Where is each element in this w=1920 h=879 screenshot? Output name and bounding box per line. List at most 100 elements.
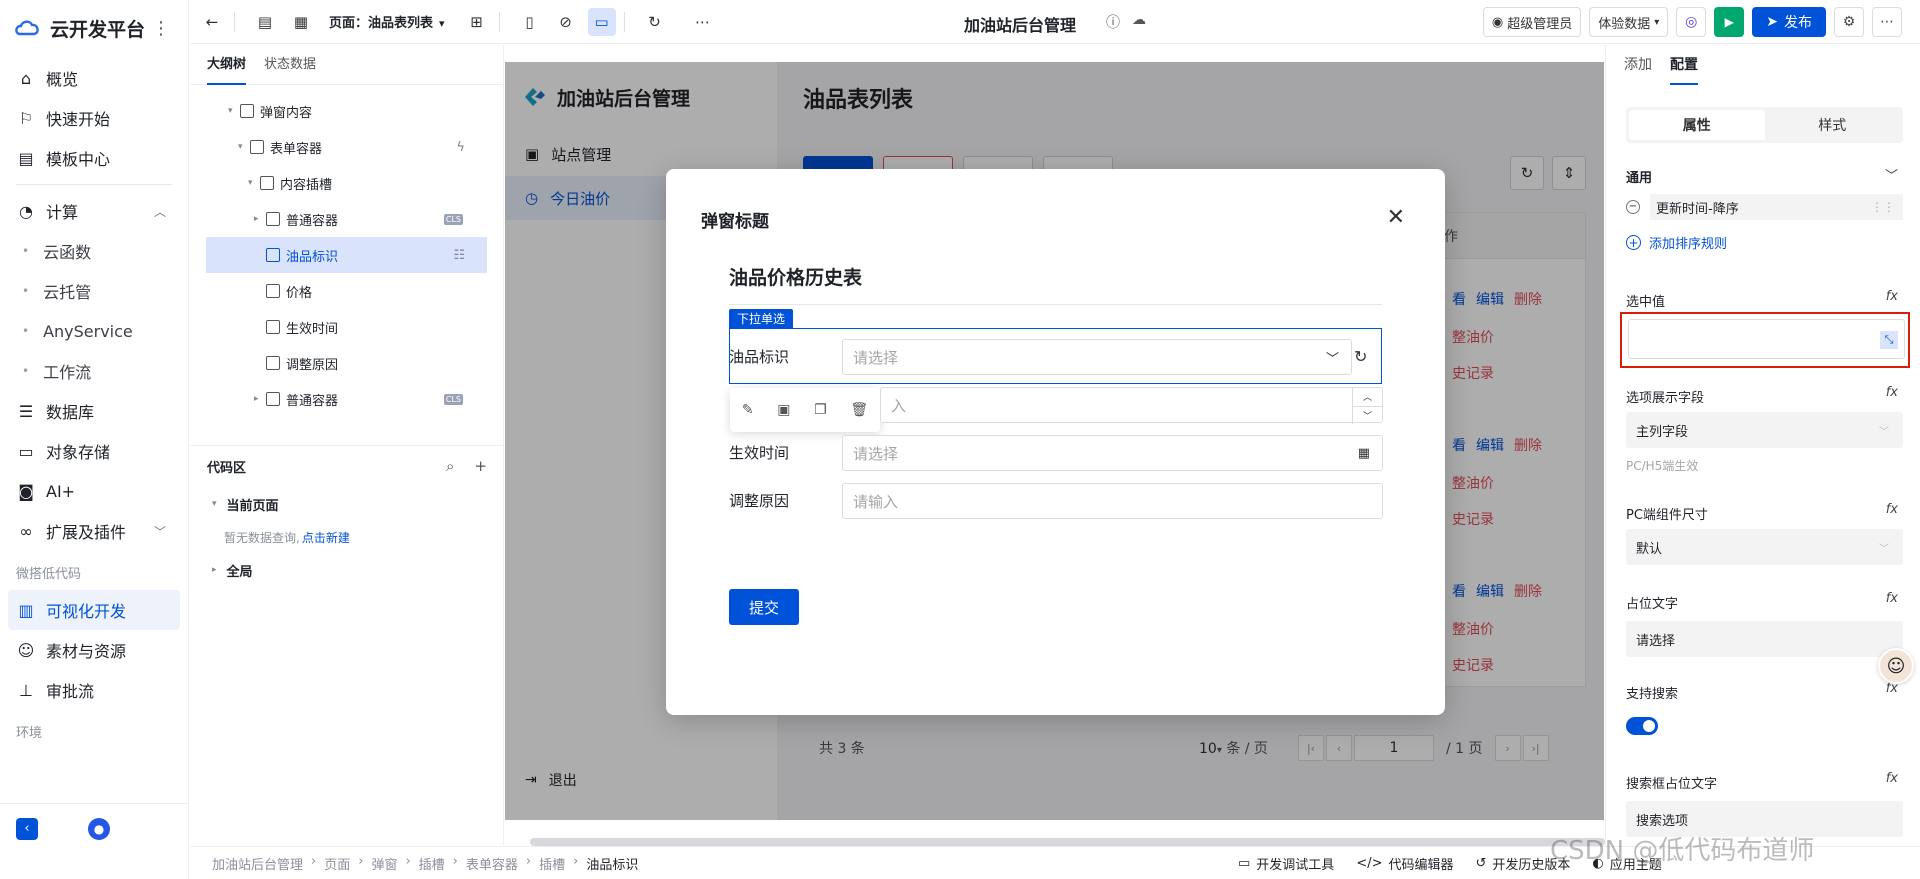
nav-workflow[interactable]: 工作流 <box>0 351 188 391</box>
canvas-scrollbar[interactable] <box>530 838 1605 846</box>
page-list-icon[interactable]: ▤ <box>251 8 279 36</box>
add-sort-rule-button[interactable]: + 添加排序规则 <box>1626 233 1727 252</box>
caret-down-icon[interactable]: ▾ <box>228 106 240 116</box>
tab-config[interactable]: 配置 <box>1670 45 1698 85</box>
mini-program-icon[interactable]: ⊘ <box>552 8 580 36</box>
code-editor-button[interactable]: </> 代码编辑器 <box>1356 854 1453 873</box>
component-icon[interactable]: ▦ <box>287 8 315 36</box>
devtools-button[interactable]: ▭ 开发调试工具 <box>1238 854 1334 873</box>
nav-assets[interactable]: ☺ 素材与资源 <box>0 630 188 670</box>
drag-handle-icon[interactable]: ⋮⋮ <box>1871 200 1895 214</box>
tab-styles[interactable]: 样式 <box>1765 110 1901 140</box>
fx-icon[interactable]: fx <box>1886 502 1898 517</box>
tree-node[interactable]: 价格 <box>190 273 503 309</box>
caret-right-icon[interactable]: ▸ <box>254 214 266 224</box>
reason-input[interactable]: 请输入 <box>842 483 1383 519</box>
tab-outline-tree[interactable]: 大纲树 <box>207 45 247 85</box>
info-icon[interactable]: ⓘ <box>1106 12 1120 32</box>
nav-database[interactable]: ☰ 数据库 <box>0 391 188 431</box>
ai-assistant-icon[interactable]: ◎ <box>1676 7 1707 37</box>
copy-icon[interactable]: ❐ <box>814 402 827 418</box>
tab-add[interactable]: 添加 <box>1624 45 1652 85</box>
price-input[interactable]: 入 ︿ ﹀ <box>880 387 1383 424</box>
close-icon[interactable]: ✕ <box>1387 205 1405 230</box>
nav-functions[interactable]: 云函数 <box>0 231 188 271</box>
data-mode-select[interactable]: 体验数据 ▾ <box>1589 7 1669 37</box>
edit-icon[interactable]: ✎ <box>742 402 754 418</box>
tree-node[interactable]: ▾ 弹窗内容 <box>190 93 503 129</box>
chevron-down-icon[interactable]: ﹀ <box>1885 165 1898 184</box>
tree-node[interactable]: ▾ 表单容器 ϟ <box>190 129 503 165</box>
tree-node[interactable]: ▾ 内容插槽 <box>190 165 503 201</box>
collapse-icon[interactable]: ‹ <box>16 817 38 840</box>
fx-icon[interactable]: fx <box>1886 771 1898 786</box>
tab-state-data[interactable]: 状态数据 <box>264 45 316 85</box>
fx-icon[interactable]: fx <box>1886 591 1898 606</box>
caret-right-icon[interactable]: ▸ <box>254 394 266 404</box>
remove-circle-icon[interactable]: − <box>1626 200 1640 214</box>
tree-node[interactable]: ▸ 普通容器 CLS <box>190 201 503 237</box>
nav-cloudrun[interactable]: 云托管 <box>0 271 188 311</box>
database-icon[interactable]: ☷ <box>453 248 465 263</box>
breadcrumb-item[interactable]: 表单容器 <box>466 854 518 873</box>
tree-node[interactable]: ▸ 普通容器 CLS <box>190 381 503 417</box>
breadcrumb-item[interactable]: 页面 <box>324 854 350 873</box>
sort-rule[interactable]: 更新时间-降序 ⋮⋮ <box>1650 194 1903 220</box>
code-group-global[interactable]: ▸ 全局 <box>190 552 504 588</box>
increment-icon[interactable]: ︿ <box>1353 388 1382 407</box>
create-link[interactable]: 点击新建 <box>302 529 350 546</box>
mobile-view-icon[interactable]: ▯ <box>516 8 544 36</box>
fx-icon[interactable]: fx <box>1886 289 1898 304</box>
back-arrow-icon[interactable]: ← <box>198 8 226 36</box>
nav-quickstart[interactable]: ⚐ 快速开始 <box>0 98 188 138</box>
oil-id-select[interactable]: 请选择 ﹀ <box>842 339 1352 375</box>
breadcrumb-item[interactable]: 弹窗 <box>371 854 397 873</box>
page-select[interactable]: 页面：油品表列表 ▾ <box>329 12 445 31</box>
search-toggle[interactable] <box>1626 717 1658 735</box>
breadcrumb-item[interactable]: 加油站后台管理 <box>212 854 303 873</box>
option-field-select[interactable]: 主列字段 ﹀ <box>1626 412 1903 448</box>
more-icon[interactable]: ⋯ <box>1872 7 1902 37</box>
role-select[interactable]: ◉ 超级管理员 <box>1482 7 1582 37</box>
nav-compute[interactable]: ◔ 计算 ︿ <box>0 191 188 231</box>
tree-node[interactable]: 生效时间 <box>190 309 503 345</box>
caret-down-icon[interactable]: ▾ <box>248 178 260 188</box>
refresh-icon[interactable]: ↻ <box>641 8 669 36</box>
publish-button[interactable]: ➤ 发布 <box>1752 7 1826 37</box>
tree-node-selected[interactable]: 油品标识 ☷ <box>206 237 487 273</box>
effective-time-picker[interactable]: 请选择 ▦ <box>842 435 1383 471</box>
assistant-avatar[interactable]: ☺ <box>1878 648 1914 684</box>
add-page-icon[interactable]: ⊞ <box>463 8 491 36</box>
fx-icon[interactable]: fx <box>1886 385 1898 400</box>
nav-overview[interactable]: ⌂ 概览 <box>0 58 188 98</box>
more-icon[interactable]: ⋯ <box>689 8 717 36</box>
number-stepper[interactable]: ︿ ﹀ <box>1352 388 1382 424</box>
caret-down-icon[interactable]: ▾ <box>238 142 250 152</box>
tree-node[interactable]: 调整原因 <box>190 345 503 381</box>
trash-icon[interactable]: 🗑 <box>850 402 868 418</box>
nav-approval[interactable]: ⊥ 审批流 <box>0 670 188 710</box>
nav-ai[interactable]: ◙ AI+ <box>0 471 188 511</box>
submit-button[interactable]: 提交 <box>729 589 799 625</box>
tab-properties[interactable]: 属性 <box>1629 110 1765 140</box>
breadcrumb-item[interactable]: 插槽 <box>539 854 565 873</box>
code-group-current[interactable]: ▾ 当前页面 <box>190 486 504 522</box>
nav-storage[interactable]: ▭ 对象存储 <box>0 431 188 471</box>
refresh-icon[interactable]: ↻ <box>1354 347 1367 366</box>
nav-extensions[interactable]: ∞ 扩展及插件 ﹀ <box>0 511 188 551</box>
preview-play-icon[interactable]: ▶ <box>1714 7 1745 37</box>
decrement-icon[interactable]: ﹀ <box>1353 407 1382 425</box>
search-icon[interactable]: ⌕ <box>446 457 454 475</box>
placeholder-input[interactable]: 请选择 <box>1626 621 1903 657</box>
desktop-view-icon[interactable]: ▭ <box>587 7 616 36</box>
nav-visual-dev[interactable]: ▥ 可视化开发 <box>8 590 180 630</box>
bolt-icon[interactable]: ϟ <box>456 140 465 155</box>
breadcrumb-item[interactable]: 插槽 <box>419 854 445 873</box>
more-icon[interactable]: ⋮ <box>152 18 170 39</box>
nav-anyservice[interactable]: AnyService <box>0 311 188 351</box>
pc-size-select[interactable]: 默认 ﹀ <box>1626 529 1903 565</box>
save-icon[interactable]: ▣ <box>777 402 790 418</box>
plus-icon[interactable]: + <box>474 457 487 475</box>
nav-templates[interactable]: ▤ 模板中心 <box>0 138 188 178</box>
settings-icon[interactable]: ⚙ <box>1834 7 1864 37</box>
